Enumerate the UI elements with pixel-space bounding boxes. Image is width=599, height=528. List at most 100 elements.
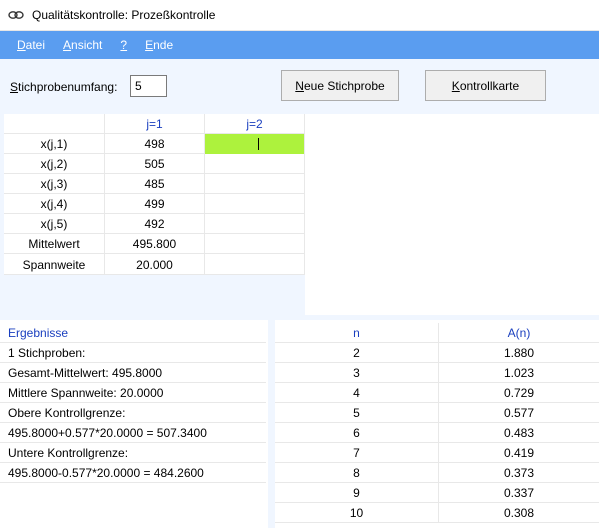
grid-header-blank xyxy=(4,114,105,134)
app-chain-icon xyxy=(8,7,24,23)
factor-n: 9 xyxy=(275,483,439,503)
window-title: Qualitätskontrolle: Prozeßkontrolle xyxy=(32,8,216,22)
menu-help[interactable]: ? xyxy=(111,31,136,59)
grid-cell-active[interactable] xyxy=(205,134,305,154)
grid-header-j2: j=2 xyxy=(205,114,305,134)
result-line: Untere Kontrollgrenze: xyxy=(0,443,266,463)
result-line: Gesamt-Mittelwert: 495.8000 xyxy=(0,363,266,383)
factor-n: 3 xyxy=(275,363,439,383)
factor-a: 0.483 xyxy=(503,426,535,440)
factor-a: 1.023 xyxy=(503,366,535,380)
factor-a: 0.308 xyxy=(503,506,535,520)
grid-cell[interactable] xyxy=(205,174,305,194)
text-caret xyxy=(258,138,259,150)
menu-datei-mnemonic: D xyxy=(17,38,26,52)
factor-header-n: n xyxy=(275,323,439,343)
grid-header-row: j=1 j=2 xyxy=(4,114,305,134)
table-row: 5 0.577 xyxy=(275,403,599,423)
grid-header-j1: j=1 xyxy=(105,114,205,134)
table-row: x(j,4) 499 xyxy=(4,194,305,214)
menu-ende[interactable]: Ende xyxy=(136,31,182,59)
control-chart-button-label: ontrollkarte xyxy=(459,78,520,93)
grid-cell[interactable] xyxy=(205,154,305,174)
new-sample-button-label: eue Stichprobe xyxy=(303,78,385,93)
grid-cell[interactable]: 499 xyxy=(105,194,205,214)
table-row: Mittelwert 495.800 xyxy=(4,234,305,254)
result-line: 495.8000-0.577*20.0000 = 484.2600 xyxy=(0,463,266,483)
table-row: x(j,3) 485 xyxy=(4,174,305,194)
factor-n: 4 xyxy=(275,383,439,403)
table-row: 6 0.483 xyxy=(275,423,599,443)
menu-help-mnemonic: ? xyxy=(120,38,128,52)
sample-size-label-text: tichprobenumfang: xyxy=(18,80,118,94)
title-bar: Qualitätskontrolle: Prozeßkontrolle xyxy=(0,0,599,31)
grid-cell[interactable]: 492 xyxy=(105,214,205,234)
table-row: 3 1.023 xyxy=(275,363,599,383)
results-panel: Ergebnisse 1 Stichproben: Gesamt-Mittelw… xyxy=(0,320,268,528)
factor-n: 5 xyxy=(275,403,439,423)
grid-cell[interactable]: 495.800 xyxy=(105,234,205,254)
grid-cell[interactable]: 498 xyxy=(105,134,205,154)
table-row: Spannweite 20.000 xyxy=(4,254,305,275)
table-row: 9 0.337 xyxy=(275,483,599,503)
row-label: x(j,5) xyxy=(4,214,105,234)
grid-cell[interactable] xyxy=(205,194,305,214)
factor-a: 1.880 xyxy=(503,346,535,360)
row-label: x(j,1) xyxy=(4,134,105,154)
table-row: 8 0.373 xyxy=(275,463,599,483)
menu-ansicht[interactable]: Ansicht xyxy=(54,31,111,59)
factor-header-row: n A(n) xyxy=(275,323,599,343)
control-chart-button[interactable]: Kontrollkarte xyxy=(425,70,546,101)
result-line: Obere Kontrollgrenze: xyxy=(0,403,266,423)
sample-grid-area: j=1 j=2 x(j,1) 498 x(j,2) 505 x(j,3) 485… xyxy=(0,114,599,315)
new-sample-button-mnemonic: N xyxy=(295,78,304,93)
factor-n: 8 xyxy=(275,463,439,483)
table-row: 4 0.729 xyxy=(275,383,599,403)
grid-cell[interactable]: 485 xyxy=(105,174,205,194)
menu-ende-label: nde xyxy=(153,38,174,52)
factor-n: 6 xyxy=(275,423,439,443)
row-label: x(j,3) xyxy=(4,174,105,194)
factor-header-an: A(n) xyxy=(507,326,531,340)
result-line: 1 Stichproben: xyxy=(0,343,266,363)
menu-ende-mnemonic: E xyxy=(145,38,154,52)
row-label: Spannweite xyxy=(4,254,105,275)
row-label: x(j,2) xyxy=(4,154,105,174)
row-label: x(j,4) xyxy=(4,194,105,214)
menu-ansicht-mnemonic: A xyxy=(63,38,72,52)
results-title: Ergebnisse xyxy=(0,323,266,343)
grid-cell[interactable] xyxy=(205,214,305,234)
table-row: x(j,1) 498 xyxy=(4,134,305,154)
factor-a: 0.577 xyxy=(503,406,535,420)
control-chart-button-mnemonic: K xyxy=(451,78,460,93)
new-sample-button[interactable]: Neue Stichprobe xyxy=(281,70,399,101)
sample-size-input[interactable] xyxy=(130,75,167,97)
factor-n: 2 xyxy=(275,343,439,363)
grid-cell[interactable]: 20.000 xyxy=(105,254,205,275)
controls-panel: Stichprobenumfang: Neue Stichprobe Kontr… xyxy=(0,59,599,114)
table-row: 2 1.880 xyxy=(275,343,599,363)
table-row: x(j,2) 505 xyxy=(4,154,305,174)
sample-grid: j=1 j=2 x(j,1) 498 x(j,2) 505 x(j,3) 485… xyxy=(4,114,305,275)
table-row: x(j,5) 492 xyxy=(4,214,305,234)
table-row: 10 0.308 xyxy=(275,503,599,523)
menu-datei[interactable]: Datei xyxy=(0,31,54,59)
grid-cell[interactable]: 505 xyxy=(105,154,205,174)
menu-datei-label: atei xyxy=(25,38,46,52)
factor-n: 10 xyxy=(275,503,439,523)
factor-a: 0.419 xyxy=(503,446,535,460)
result-line: Mittlere Spannweite: 20.0000 xyxy=(0,383,266,403)
menu-bar: Datei Ansicht ? Ende xyxy=(0,31,599,59)
factor-a: 0.373 xyxy=(503,466,535,480)
factor-a: 0.729 xyxy=(503,386,535,400)
row-label: Mittelwert xyxy=(4,234,105,254)
menu-ansicht-label: nsicht xyxy=(71,38,103,52)
grid-cell[interactable] xyxy=(205,234,305,254)
grid-empty-area xyxy=(305,114,599,315)
table-row: 7 0.419 xyxy=(275,443,599,463)
result-line: 495.8000+0.577*20.0000 = 507.3400 xyxy=(0,423,266,443)
sample-size-label-mnemonic: S xyxy=(10,80,19,94)
factor-a: 0.337 xyxy=(503,486,535,500)
sample-size-label: Stichprobenumfang: xyxy=(10,80,117,94)
grid-cell[interactable] xyxy=(205,254,305,275)
